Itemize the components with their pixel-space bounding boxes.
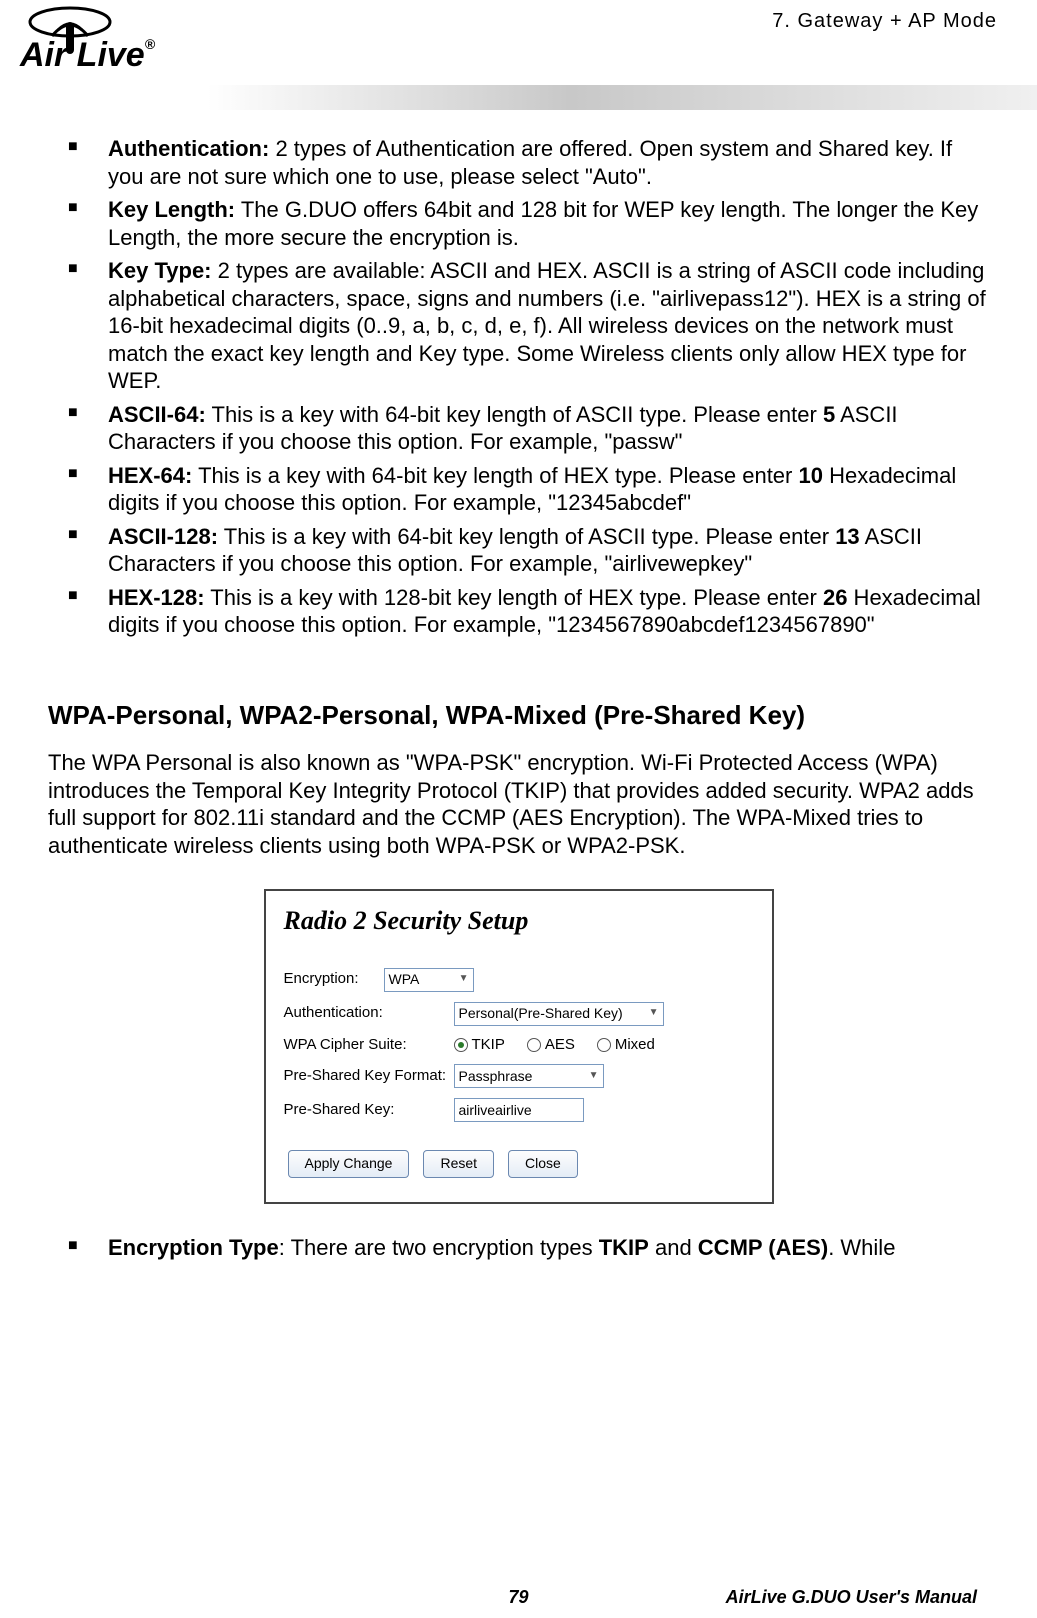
list-item: ASCII-64: This is a key with 64-bit key … [108,401,989,456]
manual-title: AirLive G.DUO User's Manual [529,1587,977,1608]
security-setup-dialog: Radio 2 Security Setup Encryption: WPA ▼… [264,889,774,1204]
list-item: Key Length: The G.DUO offers 64bit and 1… [108,196,989,251]
authentication-label: Authentication: [284,1004,454,1023]
section-heading: WPA-Personal, WPA2-Personal, WPA-Mixed (… [48,699,989,732]
cipher-row: WPA Cipher Suite: TKIP AES Mixed [284,1036,754,1055]
radio-label: AES [545,1036,575,1055]
authentication-value: Personal(Pre-Shared Key) [459,1005,623,1023]
item-text: This is a key with 64-bit key length of … [218,524,835,549]
psk-input[interactable]: airliveairlive [454,1098,584,1122]
list-item: Authentication: 2 types of Authenticatio… [108,135,989,190]
item-text: This is a key with 128-bit key length of… [205,585,823,610]
psk-format-value: Passphrase [459,1068,533,1086]
chevron-down-icon: ▼ [459,973,469,986]
cipher-radio-aes[interactable]: AES [527,1036,575,1055]
page-number: 79 [508,1587,528,1608]
cipher-radio-tkip[interactable]: TKIP [454,1036,505,1055]
item-text: This is a key with 64-bit key length of … [192,463,798,488]
apply-change-button[interactable]: Apply Change [288,1150,410,1178]
psk-row: Pre-Shared Key: airliveairlive [284,1098,754,1122]
dialog-title: Radio 2 Security Setup [284,905,754,938]
item-label: ASCII-64: [108,402,206,427]
item-text: 2 types are available: ASCII and HEX. AS… [108,258,986,393]
logo-text: Air Live [20,36,145,74]
list-item: Encryption Type: There are two encryptio… [108,1234,989,1262]
chevron-down-icon: ▼ [589,1070,599,1083]
encryption-select[interactable]: WPA ▼ [384,968,474,992]
registered-icon: ® [145,36,155,52]
item-count: 5 [823,402,835,427]
item-count: 26 [823,585,847,610]
psk-format-select[interactable]: Passphrase ▼ [454,1064,604,1088]
item-text: The G.DUO offers 64bit and 128 bit for W… [108,197,978,250]
authentication-select[interactable]: Personal(Pre-Shared Key) ▼ [454,1002,664,1026]
list-item: ASCII-128: This is a key with 64-bit key… [108,523,989,578]
psk-value: airliveairlive [459,1102,532,1120]
chevron-down-icon: ▼ [649,1007,659,1020]
item-label: Authentication: [108,136,269,161]
list-item: HEX-128: This is a key with 128-bit key … [108,584,989,639]
dialog-button-row: Apply Change Reset Close [288,1150,754,1178]
psk-format-label: Pre-Shared Key Format: [284,1067,454,1086]
radio-icon [597,1038,611,1052]
radio-label: TKIP [472,1036,505,1055]
footer-left [60,1587,508,1608]
item-label: HEX-128: [108,585,205,610]
item-text: and [649,1235,698,1260]
item-text: There are two encryption types [285,1235,599,1260]
psk-label: Pre-Shared Key: [284,1101,454,1120]
item-count: 10 [798,463,822,488]
encryption-type-list: Encryption Type: There are two encryptio… [48,1234,989,1262]
item-text: . While [828,1235,895,1260]
item-label: Encryption Type [108,1235,279,1260]
wep-options-list: Authentication: 2 types of Authenticatio… [48,135,989,639]
encryption-label: Encryption: [284,970,384,989]
cipher-label: WPA Cipher Suite: [284,1036,454,1055]
list-item: HEX-64: This is a key with 64-bit key le… [108,462,989,517]
airlive-logo: Air Live® [10,0,250,85]
item-label: Key Type: [108,258,212,283]
item-count: 13 [835,524,859,549]
radio-icon [454,1038,468,1052]
list-item: Key Type: 2 types are available: ASCII a… [108,257,989,395]
radio-icon [527,1038,541,1052]
encryption-row: Encryption: WPA ▼ [284,968,754,992]
item-label: HEX-64: [108,463,192,488]
cipher-radio-mixed[interactable]: Mixed [597,1036,655,1055]
main-content: Authentication: 2 types of Authenticatio… [0,110,1037,1261]
breadcrumb: 7. Gateway + AP Mode [772,10,997,33]
psk-format-row: Pre-Shared Key Format: Passphrase ▼ [284,1064,754,1088]
header-divider [0,85,1037,110]
item-label: Key Length: [108,197,235,222]
radio-label: Mixed [615,1036,655,1055]
authentication-row: Authentication: Personal(Pre-Shared Key)… [284,1002,754,1026]
reset-button[interactable]: Reset [423,1150,494,1178]
page-header: Air Live® 7. Gateway + AP Mode [0,0,1037,110]
page: Air Live® 7. Gateway + AP Mode Authentic… [0,0,1037,1618]
close-button[interactable]: Close [508,1150,578,1178]
item-label: ASCII-128: [108,524,218,549]
section-intro: The WPA Personal is also known as "WPA-P… [48,749,989,859]
cipher-radio-group: TKIP AES Mixed [454,1036,655,1055]
item-option: CCMP (AES) [698,1235,828,1260]
item-text: This is a key with 64-bit key length of … [206,402,823,427]
item-option: TKIP [599,1235,649,1260]
page-footer: 79 AirLive G.DUO User's Manual [0,1587,1037,1608]
encryption-value: WPA [389,971,420,989]
